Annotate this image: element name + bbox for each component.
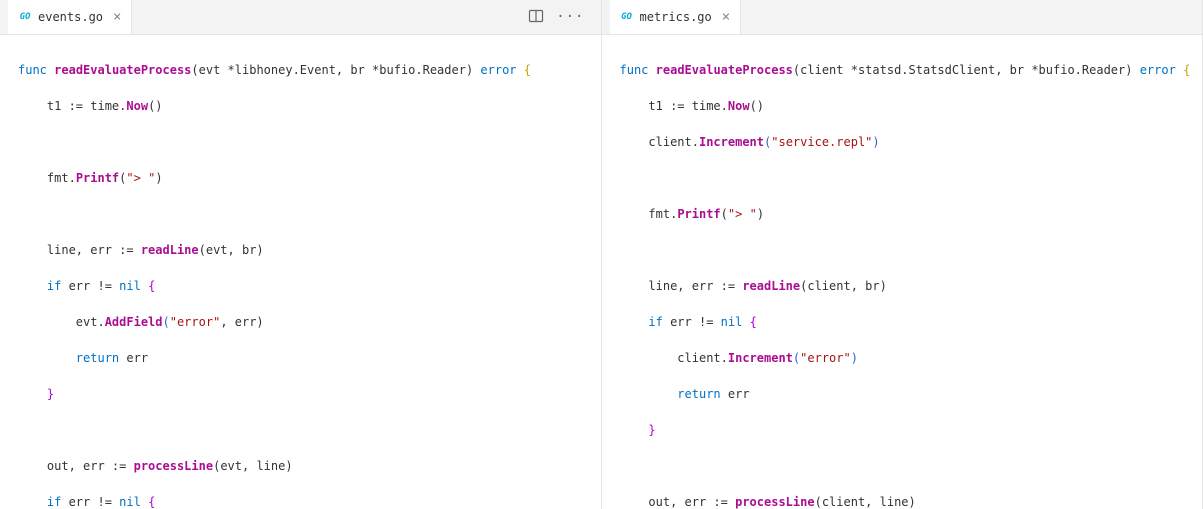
code-line: out, err := processLine(evt, line) — [18, 457, 601, 475]
tab-events-go[interactable]: GO events.go × — [8, 0, 132, 34]
editor-left[interactable]: func readEvaluateProcess(evt *libhoney.E… — [0, 35, 601, 509]
code-line — [18, 133, 601, 151]
code-line: line, err := readLine(client, br) — [620, 277, 1203, 295]
code-line: if err != nil { — [18, 493, 601, 509]
tabbar-right: GO metrics.go × — [602, 0, 1203, 35]
tabbar-left: GO events.go × ··· — [0, 0, 601, 35]
code-line: client.Increment("error") — [620, 349, 1203, 367]
split-editor-icon[interactable] — [528, 8, 544, 27]
code-line: return err — [18, 349, 601, 367]
code-line: func readEvaluateProcess(client *statsd.… — [620, 61, 1203, 79]
code-line: client.Increment("service.repl") — [620, 133, 1203, 151]
code-line: func readEvaluateProcess(evt *libhoney.E… — [18, 61, 601, 79]
tab-metrics-go[interactable]: GO metrics.go × — [610, 0, 742, 34]
code-line: } — [18, 385, 601, 403]
code-line: t1 := time.Now() — [620, 97, 1203, 115]
code-line: out, err := processLine(client, line) — [620, 493, 1203, 509]
tab-label: metrics.go — [640, 10, 712, 24]
code-line — [18, 205, 601, 223]
close-icon[interactable]: × — [722, 10, 730, 24]
go-file-icon: GO — [620, 10, 634, 24]
close-icon[interactable]: × — [113, 10, 121, 24]
editor-pane-right: GO metrics.go × func readEvaluateProcess… — [602, 0, 1203, 509]
code-line — [620, 169, 1203, 187]
go-file-icon: GO — [18, 10, 32, 24]
editor-right[interactable]: func readEvaluateProcess(client *statsd.… — [602, 35, 1203, 509]
code-line — [18, 421, 601, 439]
code-line: t1 := time.Now() — [18, 97, 601, 115]
tab-label: events.go — [38, 10, 103, 24]
code-line: fmt.Printf("> ") — [620, 205, 1203, 223]
code-line: if err != nil { — [18, 277, 601, 295]
editor-pane-left: GO events.go × ··· func readEvaluateProc… — [0, 0, 602, 509]
code-line — [620, 241, 1203, 259]
tab-actions-left: ··· — [528, 8, 592, 27]
code-line: evt.AddField("error", err) — [18, 313, 601, 331]
code-line: line, err := readLine(evt, br) — [18, 241, 601, 259]
code-line: } — [620, 421, 1203, 439]
more-icon[interactable]: ··· — [556, 9, 584, 25]
code-line: fmt.Printf("> ") — [18, 169, 601, 187]
code-line: if err != nil { — [620, 313, 1203, 331]
code-line: return err — [620, 385, 1203, 403]
code-line — [620, 457, 1203, 475]
